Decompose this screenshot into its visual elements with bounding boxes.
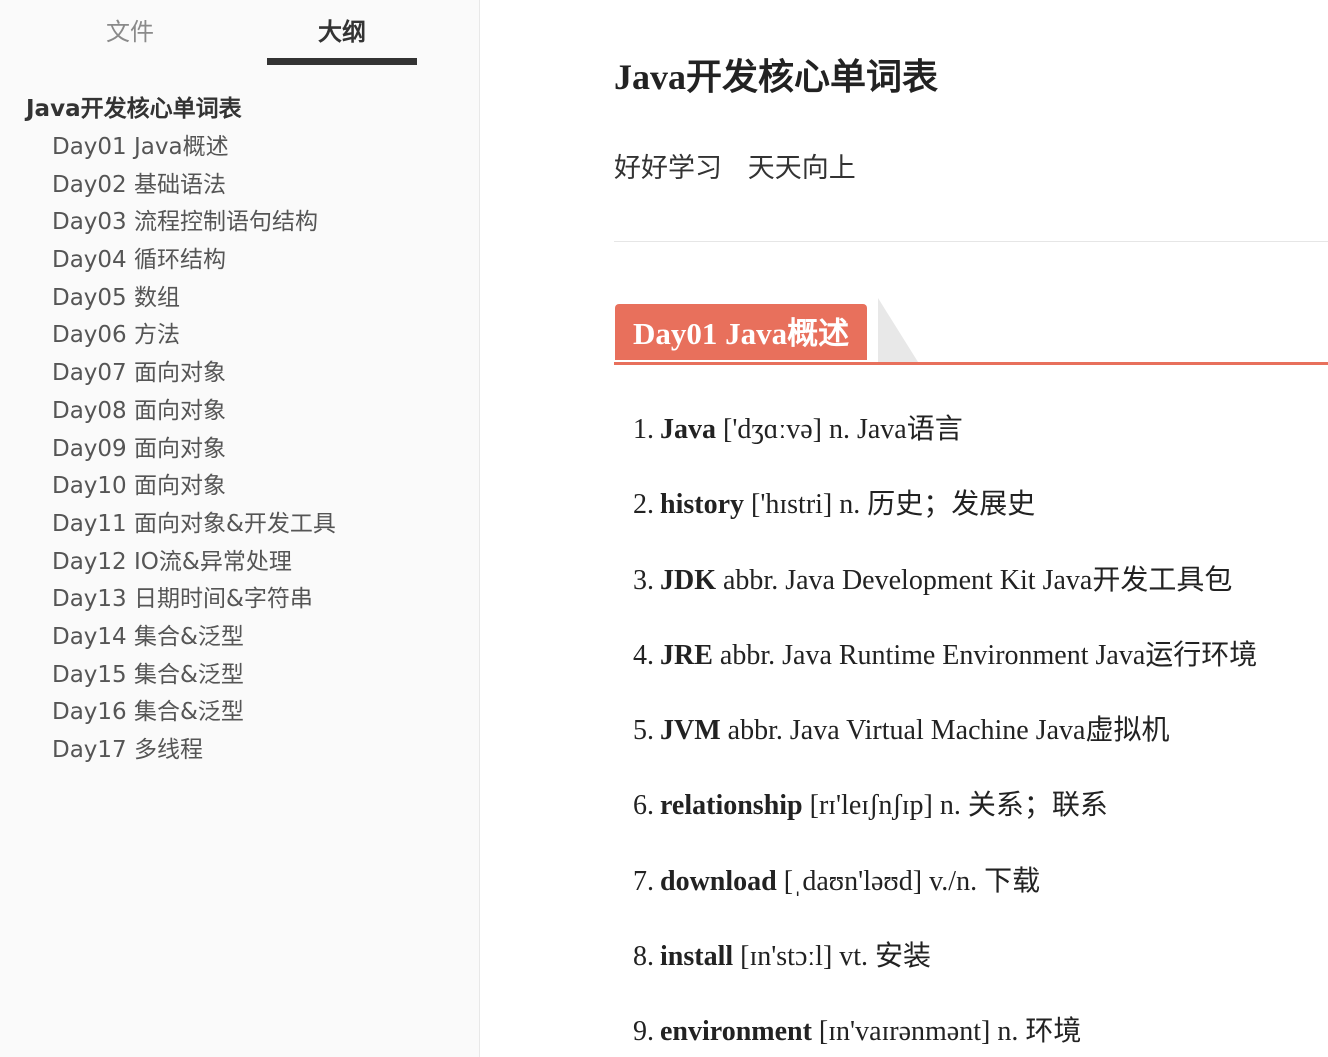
outline-item-day03[interactable]: Day03 流程控制语句结构 [52, 204, 336, 242]
word-term: environment [660, 1016, 812, 1048]
document-title: Java开发核心单词表 [614, 57, 939, 97]
active-tab-indicator [267, 58, 417, 65]
tab-files[interactable]: 文件 [70, 14, 190, 54]
word-item: 5. JVM abbr. Java Virtual Machine Java虚拟机 [633, 710, 1257, 785]
outline-list: Day01 Java概述 Day02 基础语法 Day03 流程控制语句结构 D… [52, 129, 336, 770]
word-definition: ['dʒɑːvə] n. Java语言 [716, 414, 963, 445]
word-definition: [rɪ'leɪʃnʃɪp] n. 关系；联系 [802, 790, 1108, 822]
word-item: 3. JDK abbr. Java Development Kit Java开发工… [633, 560, 1257, 635]
word-definition: abbr. Java Development Kit Java开发工具包 [716, 564, 1233, 596]
word-item: 6. relationship [rɪ'leɪʃnʃɪp] n. 关系；联系 [633, 785, 1257, 860]
word-term: JVM [660, 715, 721, 747]
word-number: 3. [633, 564, 654, 596]
outline-item-day17[interactable]: Day17 多线程 [52, 732, 336, 770]
word-definition: [ɪn'vaɪrənmənt] n. 环境 [811, 1016, 1082, 1048]
outline-item-day14[interactable]: Day14 集合&泛型 [52, 619, 336, 657]
word-item: 2. history ['hɪstri] n. 历史；发展史 [633, 484, 1257, 559]
word-definition: [ɪn'stɔːl] vt. 安装 [733, 941, 932, 973]
word-definition: [ˌdaʊn'ləʊd] v./n. 下载 [776, 865, 1041, 897]
section-heading-underline [614, 362, 1328, 365]
outline-item-day07[interactable]: Day07 面向对象 [52, 355, 336, 393]
word-item: 1. Java ['dʒɑːvə] n. Java语言 [633, 409, 1257, 484]
outline-item-day12[interactable]: Day12 IO流&异常处理 [52, 544, 336, 582]
word-list: 1. Java ['dʒɑːvə] n. Java语言 2. history ['h… [633, 409, 1257, 1057]
outline-item-day06[interactable]: Day06 方法 [52, 317, 336, 355]
word-number: 9. [633, 1016, 654, 1048]
word-definition: ['hɪstri] n. 历史；发展史 [744, 489, 1036, 521]
word-term: download [660, 865, 777, 897]
outline-item-day15[interactable]: Day15 集合&泛型 [52, 657, 336, 695]
word-definition: abbr. Java Virtual Machine Java虚拟机 [720, 715, 1170, 747]
sidebar: 文件 大纲 Java开发核心单词表 Day01 Java概述 Day02 基础语… [0, 0, 480, 1057]
word-term: install [660, 941, 734, 973]
outline-item-day05[interactable]: Day05 数组 [52, 280, 336, 318]
outline-item-day01[interactable]: Day01 Java概述 [52, 129, 336, 167]
word-item: 4. JRE abbr. Java Runtime Environment Jav… [633, 635, 1257, 710]
outline-item-day02[interactable]: Day02 基础语法 [52, 167, 336, 205]
word-item: 7. download [ˌdaʊn'ləʊd] v./n. 下载 [633, 861, 1257, 936]
outline-item-day09[interactable]: Day09 面向对象 [52, 431, 336, 469]
word-definition: abbr. Java Runtime Environment Java运行环境 [712, 639, 1258, 671]
word-term: Java [660, 414, 716, 445]
word-number: 2. [633, 489, 654, 521]
word-item: 9. environment [ɪn'vaɪrənmənt] n. 环境 [633, 1011, 1257, 1057]
word-number: 6. [633, 790, 654, 822]
word-term: JRE [660, 639, 713, 671]
tab-outline[interactable]: 大纲 [267, 14, 417, 54]
section-heading-decoration [878, 298, 918, 362]
word-number: 5. [633, 715, 654, 747]
word-number: 8. [633, 941, 654, 973]
outline-root-item[interactable]: Java开发核心单词表 [26, 92, 242, 126]
outline-item-day04[interactable]: Day04 循环结构 [52, 242, 336, 280]
sidebar-tabs: 文件 大纲 [0, 0, 479, 70]
outline-item-day13[interactable]: Day13 日期时间&字符串 [52, 581, 336, 619]
word-item: 8. install [ɪn'stɔːl] vt. 安装 [633, 936, 1257, 1011]
document-subtitle: 好好学习 天天向上 [614, 153, 856, 184]
word-number: 1. [633, 414, 654, 445]
word-number: 4. [633, 639, 654, 671]
word-number: 7. [633, 865, 654, 897]
outline-item-day08[interactable]: Day08 面向对象 [52, 393, 336, 431]
outline-item-day16[interactable]: Day16 集合&泛型 [52, 694, 336, 732]
horizontal-rule [614, 241, 1328, 242]
outline-item-day10[interactable]: Day10 面向对象 [52, 468, 336, 506]
document-area: Java开发核心单词表 好好学习 天天向上 Day01 Java概述 1. Jav… [480, 0, 1328, 1057]
word-term: relationship [660, 790, 803, 822]
outline-item-day11[interactable]: Day11 面向对象&开发工具 [52, 506, 336, 544]
section-heading: Day01 Java概述 [615, 304, 868, 360]
word-term: JDK [660, 564, 716, 596]
word-term: history [660, 489, 744, 521]
